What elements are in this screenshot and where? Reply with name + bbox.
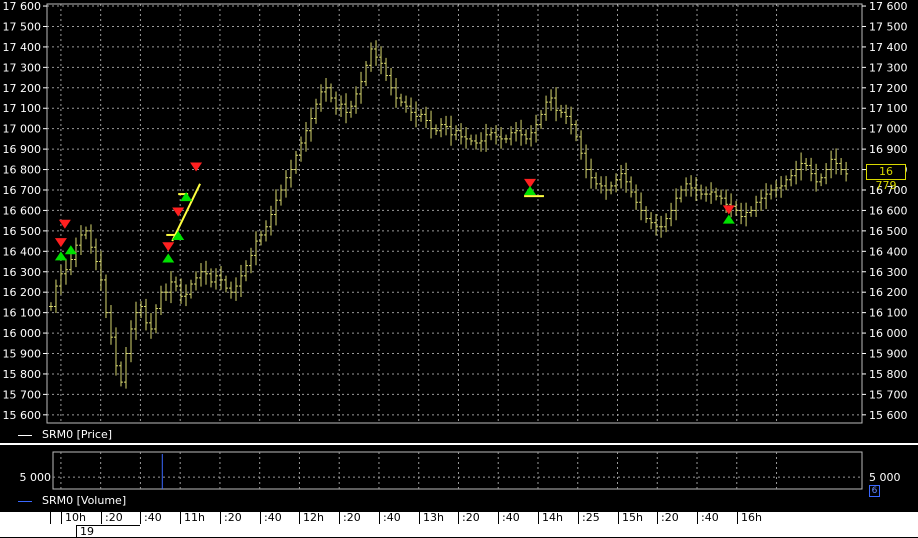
y-tick-label-left: 16 800 (3, 164, 42, 177)
y-tick-label-left: 16 500 (3, 225, 42, 238)
buy-signal-marker (722, 214, 735, 224)
buy-signal-marker (162, 253, 175, 263)
buy-signal-marker (524, 185, 537, 195)
y-tick-label-right: 17 400 (869, 41, 908, 54)
y-tick-label-right: 16 500 (869, 225, 908, 238)
buy-signal-marker (64, 245, 77, 255)
sell-signal-marker (172, 207, 185, 217)
y-tick-label-right: 17 600 (869, 0, 908, 13)
y-tick-label-right: 16 900 (869, 143, 908, 156)
time-label: :20 (220, 512, 260, 524)
last-price-badge: 16 779 (866, 164, 906, 192)
trendlines (166, 183, 544, 242)
y-tick-label-right: 15 800 (869, 368, 908, 381)
y-tick-label-right: 16 100 (869, 307, 908, 320)
volume-legend-label: SRM0 [Volume] (42, 494, 127, 507)
y-tick-label-left: 15 600 (3, 409, 42, 422)
y-tick-label-right: 15 900 (869, 348, 908, 361)
date-label: 19 (76, 525, 140, 538)
price-legend: SRM0 [Price] (18, 428, 112, 441)
time-label: :40 (140, 512, 180, 524)
y-tick-label-right: 16 200 (869, 286, 908, 299)
y-tick-label-left: 16 700 (3, 184, 42, 197)
price-legend-label: SRM0 [Price] (42, 428, 113, 441)
y-tick-label-right: 17 000 (869, 123, 908, 136)
y-tick-label-right: 17 500 (869, 20, 908, 33)
time-label: :40 (379, 512, 419, 524)
chart-canvas: 15 600 15 600 15 700 15 700 15 800 15 800 15 9… (3, 0, 908, 490)
time-label: 16h (737, 512, 918, 524)
price-frame (46, 3, 863, 424)
y-tick-label-left: 15 900 (3, 348, 42, 361)
price-axes: 15 600 15 600 15 700 15 700 15 800 15 800 15 9… (3, 0, 908, 424)
y-tick-label-left: 17 400 (3, 41, 42, 54)
time-label: 12h (299, 512, 339, 524)
price-bars (48, 40, 849, 389)
time-axis[interactable]: 10h:20:40 11h:20:40 12h:20:40 13h:20:40 14h:… (0, 512, 918, 538)
y-tick-label-left: 15 700 (3, 388, 42, 401)
time-label: :40 (498, 512, 538, 524)
volume-tick-label-left: 5 000 (20, 471, 52, 484)
y-tick-label-left: 17 200 (3, 82, 42, 95)
y-tick-label-right: 16 600 (869, 204, 908, 217)
volume-value-badge: 6 (869, 485, 880, 497)
buy-signal-marker (54, 251, 67, 261)
y-tick-label-left: 17 100 (3, 102, 42, 115)
time-label: 10h (61, 512, 101, 524)
y-tick-label-left: 16 300 (3, 266, 42, 279)
y-tick-label-right: 16 300 (869, 266, 908, 279)
volume-legend-swatch (18, 500, 32, 502)
sell-signal-marker (54, 238, 67, 248)
signal-markers (54, 162, 735, 263)
time-label: :20 (458, 512, 498, 524)
volume-legend: SRM0 [Volume] (18, 494, 126, 507)
time-label: 11h (180, 512, 220, 524)
y-tick-label-left: 16 400 (3, 245, 42, 258)
y-tick-label-right: 17 300 (869, 61, 908, 74)
time-label: 15h (618, 512, 658, 524)
volume-tick-label-right: 5 000 (869, 471, 901, 484)
y-tick-label-left: 16 200 (3, 286, 42, 299)
y-tick-label-left: 16 000 (3, 327, 42, 340)
y-tick-label-right: 15 600 (869, 409, 908, 422)
y-tick-label-left: 15 800 (3, 368, 42, 381)
time-label: :20 (657, 512, 697, 524)
y-tick-label-left: 16 600 (3, 204, 42, 217)
time-label: :20 (339, 512, 379, 524)
volume-panel: 5 000 5 000 (20, 451, 901, 490)
y-tick-label-right: 17 200 (869, 82, 908, 95)
time-label: :25 (578, 512, 618, 524)
price-legend-swatch (18, 434, 32, 436)
y-tick-label-right: 17 100 (869, 102, 908, 115)
time-label: :40 (260, 512, 300, 524)
sell-signal-marker (190, 162, 203, 172)
volume-frame (52, 451, 863, 490)
sell-signal-marker (162, 242, 175, 252)
y-tick-label-right: 16 000 (869, 327, 908, 340)
panel-separator (0, 443, 918, 445)
y-tick-label-left: 17 500 (3, 20, 42, 33)
y-tick-label-right: 16 400 (869, 245, 908, 258)
y-tick-label-left: 17 600 (3, 0, 42, 13)
y-tick-label-left: 17 300 (3, 61, 42, 74)
y-tick-label-left: 16 100 (3, 307, 42, 320)
y-tick-label-left: 17 000 (3, 123, 42, 136)
time-label: :40 (697, 512, 737, 524)
y-tick-label-right: 15 700 (869, 388, 908, 401)
time-label: :20 (101, 512, 141, 524)
y-tick-label-left: 16 900 (3, 143, 42, 156)
price-gridlines (47, 4, 862, 423)
time-label: 13h (419, 512, 459, 524)
time-label: 14h (538, 512, 578, 524)
